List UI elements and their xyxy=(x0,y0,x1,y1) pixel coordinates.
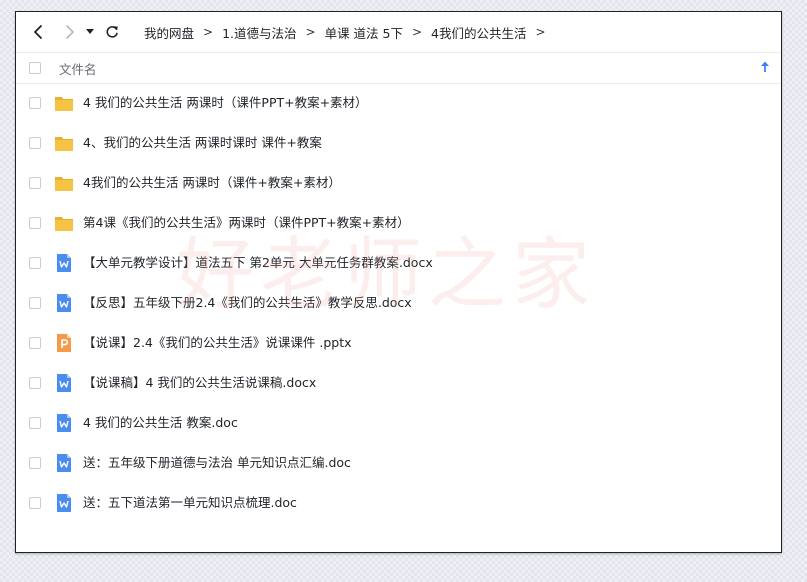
file-name[interactable]: 送：五下道法第一单元知识点梳理.doc xyxy=(83,483,297,523)
refresh-button[interactable] xyxy=(102,22,122,42)
file-list: 4 我们的公共生活 两课时（课件PPT+教案+素材） 4、我们的公共生活 两课时… xyxy=(16,83,781,523)
file-name[interactable]: 【大单元教学设计】道法五下 第2单元 大单元任务群教案.docx xyxy=(83,243,433,283)
file-name[interactable]: 送：五年级下册道德与法治 单元知识点汇编.doc xyxy=(83,443,351,483)
file-row[interactable]: 【大单元教学设计】道法五下 第2单元 大单元任务群教案.docx xyxy=(16,243,781,283)
sort-ascending-icon[interactable] xyxy=(759,60,771,74)
file-browser-window: 我的网盘 > 1.道德与法治 > 单课 道法 5下 > 4我们的公共生活 > 文… xyxy=(15,11,782,553)
file-row[interactable]: 【反思】五年级下册2.4《我们的公共生活》教学反思.docx xyxy=(16,283,781,323)
row-checkbox[interactable] xyxy=(29,217,41,229)
file-name[interactable]: 4 我们的公共生活 两课时（课件PPT+教案+素材） xyxy=(83,83,368,123)
chevron-right-icon xyxy=(66,25,74,39)
row-checkbox[interactable] xyxy=(29,177,41,189)
file-row[interactable]: 4 我们的公共生活 两课时（课件PPT+教案+素材） xyxy=(16,83,781,123)
file-row[interactable]: 【说课稿】4 我们的公共生活说课稿.docx xyxy=(16,363,781,403)
breadcrumb-item-current[interactable]: 4我们的公共生活 xyxy=(431,23,526,42)
word-document-icon xyxy=(57,254,71,272)
row-checkbox[interactable] xyxy=(29,497,41,509)
breadcrumb-item-course[interactable]: 单课 道法 5下 xyxy=(325,23,403,42)
file-row[interactable]: 送：五年级下册道德与法治 单元知识点汇编.doc xyxy=(16,443,781,483)
file-name[interactable]: 4 我们的公共生活 教案.doc xyxy=(83,403,238,443)
row-checkbox[interactable] xyxy=(29,297,41,309)
file-row[interactable]: 4、我们的公共生活 两课时课时 课件+教案 xyxy=(16,123,781,163)
breadcrumb-separator: > xyxy=(411,25,423,39)
file-row[interactable]: 送：五下道法第一单元知识点梳理.doc xyxy=(16,483,781,523)
forward-button[interactable] xyxy=(60,22,80,42)
breadcrumb-item-root[interactable]: 我的网盘 xyxy=(144,23,194,42)
file-name[interactable]: 【说课稿】4 我们的公共生活说课稿.docx xyxy=(83,363,316,403)
list-header: 文件名 xyxy=(16,52,781,84)
file-row[interactable]: 【说课】2.4《我们的公共生活》说课课件 .pptx xyxy=(16,323,781,363)
row-checkbox[interactable] xyxy=(29,377,41,389)
refresh-icon xyxy=(106,26,118,38)
folder-icon xyxy=(55,137,73,151)
breadcrumb-separator: > xyxy=(203,25,214,39)
caret-down-icon xyxy=(86,29,94,34)
word-document-icon xyxy=(57,294,71,312)
row-checkbox[interactable] xyxy=(29,97,41,109)
breadcrumb-separator: > xyxy=(305,25,316,39)
navigation-bar: 我的网盘 > 1.道德与法治 > 单课 道法 5下 > 4我们的公共生活 > xyxy=(16,12,781,52)
file-row[interactable]: 第4课《我们的公共生活》两课时（课件PPT+教案+素材） xyxy=(16,203,781,243)
row-checkbox[interactable] xyxy=(29,257,41,269)
breadcrumb-item-subject[interactable]: 1.道德与法治 xyxy=(222,23,296,42)
back-button[interactable] xyxy=(28,22,48,42)
ppt-document-icon xyxy=(57,334,71,352)
chevron-left-icon xyxy=(34,25,42,39)
breadcrumb-separator: > xyxy=(535,25,546,39)
select-all-checkbox[interactable] xyxy=(29,62,41,74)
row-checkbox[interactable] xyxy=(29,457,41,469)
folder-icon xyxy=(55,217,73,231)
file-name[interactable]: 4、我们的公共生活 两课时课时 课件+教案 xyxy=(83,123,322,163)
column-header-name[interactable]: 文件名 xyxy=(59,59,97,78)
word-document-icon xyxy=(57,494,71,512)
file-row[interactable]: 4我们的公共生活 两课时（课件+教案+素材） xyxy=(16,163,781,203)
word-document-icon xyxy=(57,414,71,432)
history-dropdown-button[interactable] xyxy=(83,22,97,42)
word-document-icon xyxy=(57,454,71,472)
file-name[interactable]: 【说课】2.4《我们的公共生活》说课课件 .pptx xyxy=(83,323,352,363)
row-checkbox[interactable] xyxy=(29,417,41,429)
file-name[interactable]: 4我们的公共生活 两课时（课件+教案+素材） xyxy=(83,163,341,203)
row-checkbox[interactable] xyxy=(29,137,41,149)
word-document-icon xyxy=(57,374,71,392)
breadcrumb: 我的网盘 > 1.道德与法治 > 单课 道法 5下 > 4我们的公共生活 > xyxy=(144,12,555,52)
row-checkbox[interactable] xyxy=(29,337,41,349)
file-row[interactable]: 4 我们的公共生活 教案.doc xyxy=(16,403,781,443)
folder-icon xyxy=(55,97,73,111)
file-name[interactable]: 【反思】五年级下册2.4《我们的公共生活》教学反思.docx xyxy=(83,283,412,323)
folder-icon xyxy=(55,177,73,191)
file-name[interactable]: 第4课《我们的公共生活》两课时（课件PPT+教案+素材） xyxy=(83,203,410,243)
